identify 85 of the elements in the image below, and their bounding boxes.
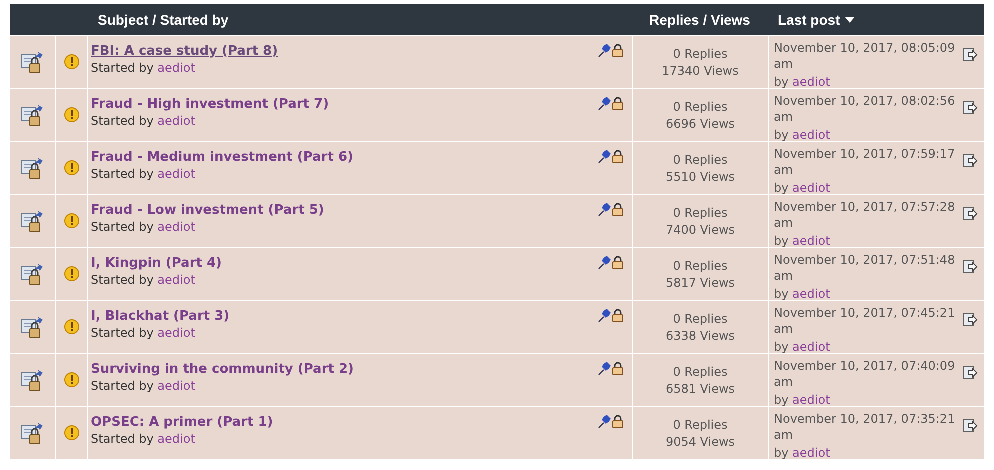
views-count: 5817 Views bbox=[666, 275, 736, 292]
topic-icon bbox=[21, 262, 44, 286]
author-link[interactable]: aediot bbox=[792, 446, 830, 460]
topic-title-link[interactable]: Surviving in the community (Part 2) bbox=[91, 362, 354, 377]
author-link[interactable]: aediot bbox=[792, 181, 830, 195]
go-to-last-post-icon[interactable] bbox=[963, 48, 978, 62]
topic-icon bbox=[21, 210, 44, 232]
views-count: 6696 Views bbox=[666, 116, 736, 133]
views-count: 6338 Views bbox=[666, 328, 736, 345]
author-link[interactable]: aediot bbox=[158, 61, 196, 75]
go-to-last-post-icon[interactable] bbox=[963, 419, 978, 433]
go-to-last-post-icon[interactable] bbox=[963, 101, 978, 115]
replies-count: 0 Replies bbox=[673, 99, 728, 116]
warning-icon bbox=[64, 54, 80, 70]
topic-icon bbox=[21, 422, 44, 444]
topic-title-link[interactable]: Fraud - Medium investment (Part 6) bbox=[91, 150, 354, 165]
go-to-last-post-icon[interactable] bbox=[963, 366, 978, 380]
started-by-text: Started by aediot bbox=[91, 114, 196, 128]
topic-title-link[interactable]: OPSEC: A primer (Part 1) bbox=[91, 415, 274, 430]
warning-icon bbox=[64, 107, 80, 123]
author-link[interactable]: aediot bbox=[158, 379, 196, 393]
warning-icon bbox=[64, 160, 80, 176]
last-post-by: by aediot bbox=[774, 180, 832, 196]
topic-title-link[interactable]: FBI: A case study (Part 8) bbox=[91, 44, 278, 59]
topic-icon bbox=[21, 156, 44, 180]
last-post-by: by aediot bbox=[774, 74, 832, 90]
views-count: 9054 Views bbox=[666, 434, 736, 451]
topic-icon bbox=[21, 104, 44, 126]
warning-icon bbox=[64, 213, 80, 229]
replies-count: 0 Replies bbox=[673, 311, 728, 328]
warning-icon bbox=[64, 266, 80, 282]
column-header[interactable]: Last post bbox=[768, 4, 984, 35]
views-count: 7400 Views bbox=[666, 222, 736, 239]
topic-title-link[interactable]: Fraud - Low investment (Part 5) bbox=[91, 203, 324, 218]
go-to-last-post-icon[interactable] bbox=[963, 260, 978, 274]
topic-icon bbox=[21, 368, 44, 392]
author-link[interactable]: aediot bbox=[158, 273, 196, 287]
go-to-last-post-icon[interactable] bbox=[963, 154, 978, 168]
go-to-last-post-icon[interactable] bbox=[963, 313, 978, 327]
author-link[interactable]: aediot bbox=[158, 432, 196, 446]
last-post-by: by aediot bbox=[774, 445, 832, 461]
warning-icon bbox=[64, 372, 80, 388]
topic-title-link[interactable]: Fraud - High investment (Part 7) bbox=[91, 97, 330, 112]
last-post-by: by aediot bbox=[774, 127, 832, 143]
header-cell bbox=[10, 4, 55, 35]
warning-icon bbox=[64, 319, 80, 335]
author-link[interactable]: aediot bbox=[792, 234, 830, 248]
author-link[interactable]: aediot bbox=[158, 114, 196, 128]
views-count: 6581 Views bbox=[666, 381, 736, 398]
author-link[interactable]: aediot bbox=[158, 326, 196, 340]
replies-count: 0 Replies bbox=[673, 205, 728, 222]
column-header[interactable]: Replies / Views bbox=[632, 4, 768, 35]
author-link[interactable]: aediot bbox=[792, 287, 830, 301]
author-link[interactable]: aediot bbox=[792, 340, 830, 354]
author-link[interactable]: aediot bbox=[792, 75, 830, 89]
topic-icon bbox=[21, 316, 44, 338]
started-by-text: Started by aediot bbox=[91, 61, 196, 75]
started-by-text: Started by aediot bbox=[91, 326, 196, 340]
topic-title-link[interactable]: I, Kingpin (Part 4) bbox=[91, 256, 222, 271]
topic-icon bbox=[21, 50, 44, 74]
author-link[interactable]: aediot bbox=[158, 220, 196, 234]
replies-count: 0 Replies bbox=[673, 417, 728, 434]
replies-count: 0 Replies bbox=[673, 364, 728, 381]
column-header[interactable]: Subject / Started by bbox=[87, 4, 632, 35]
warning-icon bbox=[64, 425, 80, 441]
last-post-by: by aediot bbox=[774, 233, 832, 249]
views-count: 5510 Views bbox=[666, 169, 736, 186]
replies-count: 0 Replies bbox=[673, 152, 728, 169]
author-link[interactable]: aediot bbox=[158, 167, 196, 181]
started-by-text: Started by aediot bbox=[91, 273, 196, 287]
views-count: 17340 Views bbox=[662, 63, 739, 80]
replies-count: 0 Replies bbox=[673, 46, 728, 63]
topic-title-link[interactable]: I, Blackhat (Part 3) bbox=[91, 309, 230, 324]
last-post-by: by aediot bbox=[774, 339, 832, 355]
started-by-text: Started by aediot bbox=[91, 220, 196, 234]
last-post-by: by aediot bbox=[774, 392, 832, 408]
last-post-by: by aediot bbox=[774, 286, 832, 302]
go-to-last-post-icon[interactable] bbox=[963, 207, 978, 221]
started-by-text: Started by aediot bbox=[91, 432, 196, 446]
sort-down-icon[interactable] bbox=[845, 16, 856, 22]
started-by-text: Started by aediot bbox=[91, 379, 196, 393]
started-by-text: Started by aediot bbox=[91, 167, 196, 181]
replies-count: 0 Replies bbox=[673, 258, 728, 275]
author-link[interactable]: aediot bbox=[792, 393, 830, 407]
author-link[interactable]: aediot bbox=[792, 128, 830, 142]
